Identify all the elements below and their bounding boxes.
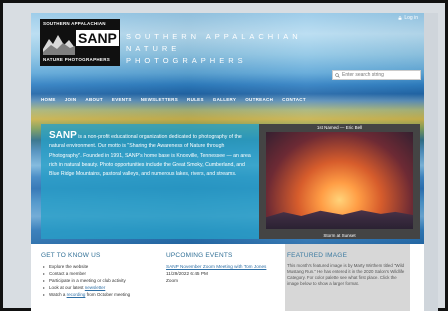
featured-image-title: FEATURED IMAGE bbox=[287, 252, 348, 259]
list-item: Explore the website bbox=[43, 263, 153, 270]
site-title: SOUTHERN APPALACHIAN NATURE PHOTOGRAPHER… bbox=[126, 31, 326, 67]
nav-newsletters[interactable]: NEWSLETTERS bbox=[141, 97, 178, 102]
nav-rules[interactable]: RULES bbox=[187, 97, 204, 102]
featured-photo-title: Storm at Sunset bbox=[323, 233, 356, 238]
search-placeholder: Enter search string bbox=[342, 72, 384, 78]
about-text: is a non-profit educational organization… bbox=[49, 134, 251, 178]
lower-content: GET TO KNOW US Explore the website Conta… bbox=[31, 244, 424, 311]
get-to-know-list: Explore the website Contact a member Par… bbox=[41, 263, 153, 298]
event-location: Zoom bbox=[166, 278, 178, 283]
sunset-photo[interactable] bbox=[266, 132, 413, 229]
site-logo[interactable]: SOUTHERN APPALACHIAN SANP NATURE PHOTOGR… bbox=[40, 19, 120, 66]
featured-photo-credit: 1st Named — Eric Bell bbox=[316, 125, 363, 130]
lock-icon bbox=[398, 16, 402, 20]
upcoming-events-section: UPCOMING EVENTS SANP November Zoom Meeti… bbox=[166, 244, 276, 311]
about-title: SANP bbox=[49, 130, 77, 141]
nav-about[interactable]: ABOUT bbox=[85, 97, 103, 102]
event-date: 11/29/2022 6:45 PM bbox=[166, 271, 208, 276]
nav-outreach[interactable]: OUTREACH bbox=[245, 97, 273, 102]
side-gutter bbox=[424, 13, 438, 311]
list-item: Participate in a meeting or club activit… bbox=[43, 277, 153, 284]
featured-image-section: FEATURED IMAGE This month's featured ima… bbox=[285, 244, 410, 311]
newsletter-link[interactable]: newsletter bbox=[85, 285, 106, 290]
site-title-line1: SOUTHERN APPALACHIAN NATURE bbox=[126, 32, 302, 53]
upcoming-events-title: UPCOMING EVENTS bbox=[166, 252, 233, 259]
about-panel: SANP is a non-profit educational organiz… bbox=[41, 124, 259, 239]
nav-home[interactable]: HOME bbox=[41, 97, 56, 102]
nav-events[interactable]: EVENTS bbox=[112, 97, 132, 102]
login-label: Log in bbox=[404, 15, 418, 21]
search-icon bbox=[335, 72, 340, 78]
logo-bottom-text: NATURE PHOTOGRAPHERS bbox=[43, 57, 111, 62]
list-item: Watch a recording from October meeting bbox=[43, 291, 153, 298]
get-to-know-section: GET TO KNOW US Explore the website Conta… bbox=[41, 244, 153, 311]
nav-gallery[interactable]: GALLERY bbox=[213, 97, 236, 102]
main-nav: HOME JOIN ABOUT EVENTS NEWSLETTERS RULES… bbox=[41, 97, 306, 102]
mountain-logo-icon bbox=[43, 29, 75, 55]
recording-link[interactable]: recording bbox=[67, 292, 86, 297]
nav-join[interactable]: JOIN bbox=[65, 97, 77, 102]
featured-image-text: This month's featured image is by Marty … bbox=[287, 263, 405, 286]
screenshot-frame: Log in SOUTHERN APPALACHIAN SANP NATURE … bbox=[0, 0, 448, 311]
list-item: Look at our latest newsletter bbox=[43, 284, 153, 291]
featured-photo-panel[interactable]: 1st Named — Eric Bell Storm at Sunset bbox=[259, 124, 420, 239]
browser-page: Log in SOUTHERN APPALACHIAN SANP NATURE … bbox=[31, 13, 424, 311]
logo-sanp: SANP bbox=[76, 30, 119, 46]
nav-contact[interactable]: CONTACT bbox=[282, 97, 306, 102]
event-link[interactable]: SANP November Zoom Meeting with Tom Jone… bbox=[166, 263, 276, 270]
search-input[interactable]: Enter search string bbox=[332, 70, 421, 80]
logo-top-text: SOUTHERN APPALACHIAN bbox=[43, 21, 106, 26]
list-item: Contact a member bbox=[43, 270, 153, 277]
site-title-line2: PHOTOGRAPHERS bbox=[126, 56, 247, 65]
get-to-know-title: GET TO KNOW US bbox=[41, 252, 101, 259]
login-link[interactable]: Log in bbox=[398, 15, 418, 21]
